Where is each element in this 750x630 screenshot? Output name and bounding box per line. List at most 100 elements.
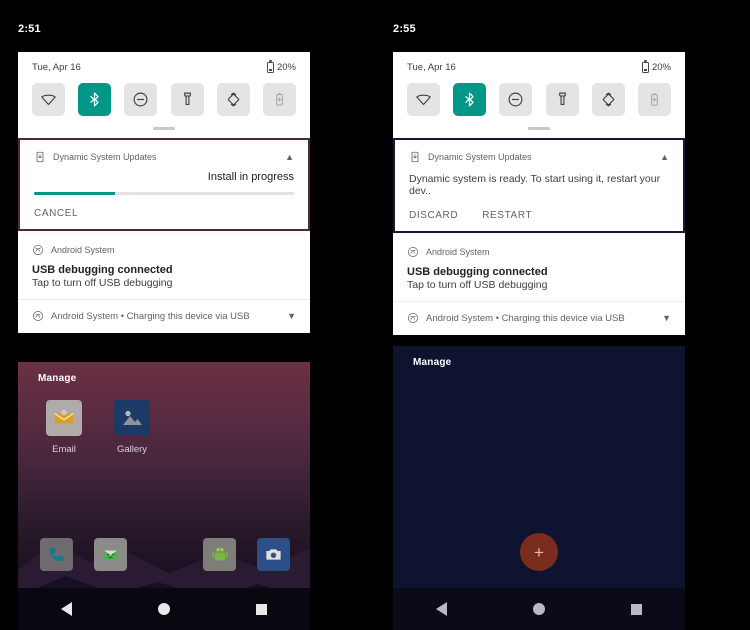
- notification-summary: Android System • Charging this device vi…: [426, 312, 625, 324]
- shade-drag-handle-wrap: [18, 118, 310, 138]
- battery-icon: [641, 60, 649, 73]
- navigation-bar-right: [393, 588, 685, 630]
- quick-settings-header: Tue, Apr 16 20%: [393, 52, 685, 77]
- qs-battery: 20%: [641, 60, 671, 73]
- wifi-tile[interactable]: [407, 83, 440, 116]
- recents-button[interactable]: [606, 603, 666, 615]
- app-grid: Email Gallery: [40, 400, 156, 455]
- flashlight-tile[interactable]: [170, 83, 204, 116]
- battery-saver-tile[interactable]: [637, 83, 671, 116]
- notification-summary: Android System • Charging this device vi…: [51, 310, 250, 322]
- battery-saver-tile[interactable]: [262, 83, 296, 116]
- notification-app-line: Android System: [32, 242, 296, 258]
- notification-body: Tap to turn off USB debugging: [407, 279, 548, 291]
- do-not-disturb-tile[interactable]: [499, 83, 533, 116]
- android-dock-icon[interactable]: [203, 538, 236, 571]
- chevron-up-icon[interactable]: ▲: [285, 152, 294, 162]
- install-progress-fill: [34, 192, 115, 195]
- quick-settings-tiles-right: [393, 77, 685, 118]
- status-bar-left: 2:51: [18, 16, 41, 42]
- auto-rotate-icon: [602, 92, 614, 107]
- home-screen-left: Manage Email Gallery: [18, 362, 310, 630]
- notification-app-name: Dynamic System Updates: [428, 152, 532, 162]
- chevron-down-icon[interactable]: ▼: [287, 311, 296, 321]
- android-system-icon: [33, 311, 43, 321]
- notification-app-line: Android System: [407, 244, 671, 260]
- navigation-bar-left: [18, 588, 310, 630]
- app-email[interactable]: Email: [40, 400, 88, 455]
- notification-shade-right: Tue, Apr 16 20% Dynamic System Updates ▲…: [393, 52, 685, 335]
- phone-screen-right: 2:55 Tue, Apr 16 20% Dynamic System Upda…: [375, 0, 750, 630]
- wifi-tile[interactable]: [32, 83, 65, 116]
- manage-label[interactable]: Manage: [38, 373, 76, 384]
- notification-shade-left: Tue, Apr 16 20% Dynamic System Updates ▲…: [18, 52, 310, 333]
- battery-percent: 20%: [651, 62, 671, 73]
- qs-date: Tue, Apr 16: [32, 62, 81, 73]
- notification-usb-debugging[interactable]: Android System USB debugging connected T…: [18, 233, 310, 299]
- cancel-button[interactable]: CANCEL: [34, 208, 78, 219]
- add-fab-button[interactable]: +: [520, 533, 558, 571]
- home-button[interactable]: [509, 603, 569, 615]
- messaging-dock-icon[interactable]: [94, 538, 127, 571]
- battery-saver-icon: [651, 93, 658, 106]
- home-button[interactable]: [134, 603, 194, 615]
- notification-app-line: Android System • Charging this device vi…: [32, 310, 296, 322]
- quick-settings-panel-right: Tue, Apr 16 20%: [393, 52, 685, 138]
- quick-settings-header: Tue, Apr 16 20%: [18, 52, 310, 77]
- auto-rotate-tile[interactable]: [216, 83, 250, 116]
- dock: [18, 538, 310, 578]
- auto-rotate-icon: [227, 92, 239, 107]
- chevron-down-icon[interactable]: ▼: [662, 313, 671, 323]
- qs-date: Tue, Apr 16: [407, 62, 456, 73]
- discard-button[interactable]: DISCARD: [409, 210, 458, 221]
- notification-usb-debugging[interactable]: Android System USB debugging connected T…: [393, 235, 685, 301]
- notification-actions: CANCEL: [34, 208, 294, 219]
- quick-settings-panel-left: Tue, Apr 16 20%: [18, 52, 310, 138]
- bluetooth-tile[interactable]: [453, 83, 487, 116]
- flashlight-icon: [183, 92, 191, 106]
- notification-charging[interactable]: Android System • Charging this device vi…: [18, 299, 310, 333]
- notification-body: Dynamic system is ready. To start using …: [409, 173, 661, 197]
- notification-dynamic-system-updates[interactable]: Dynamic System Updates ▲ Install in prog…: [18, 138, 310, 231]
- notification-app-name: Android System: [426, 247, 490, 257]
- notification-actions: DISCARD RESTART: [409, 210, 669, 221]
- shade-drag-handle-wrap: [393, 118, 685, 138]
- notification-app-line: Dynamic System Updates ▲: [409, 149, 669, 165]
- install-progress-bar: [34, 192, 294, 195]
- wifi-icon: [41, 94, 56, 106]
- notification-title: USB debugging connected: [32, 264, 173, 276]
- app-label: Gallery: [116, 444, 148, 455]
- do-not-disturb-tile[interactable]: [124, 83, 158, 116]
- auto-rotate-tile[interactable]: [591, 83, 625, 116]
- do-not-disturb-icon: [133, 92, 148, 107]
- do-not-disturb-icon: [508, 92, 523, 107]
- notification-app-name: Dynamic System Updates: [53, 152, 157, 162]
- notification-app-line: Android System • Charging this device vi…: [407, 312, 671, 324]
- notification-app-name: Android System: [51, 245, 115, 255]
- notification-charging[interactable]: Android System • Charging this device vi…: [393, 301, 685, 335]
- quick-settings-tiles-left: [18, 77, 310, 118]
- flashlight-tile[interactable]: [545, 83, 579, 116]
- notification-dynamic-system-updates[interactable]: Dynamic System Updates ▲ Dynamic system …: [393, 138, 685, 233]
- app-gallery[interactable]: Gallery: [108, 400, 156, 455]
- back-button[interactable]: [37, 602, 97, 616]
- phone-dock-icon[interactable]: [40, 538, 73, 571]
- notification-body: Tap to turn off USB debugging: [32, 277, 173, 289]
- wifi-icon: [416, 94, 431, 106]
- notification-status-text: Install in progress: [207, 171, 294, 183]
- chevron-up-icon[interactable]: ▲: [660, 152, 669, 162]
- manage-label[interactable]: Manage: [413, 357, 451, 368]
- camera-dock-icon[interactable]: [257, 538, 290, 571]
- app-screen-right: Manage +: [393, 346, 685, 630]
- notification-title: USB debugging connected: [407, 266, 548, 278]
- battery-icon: [266, 60, 274, 73]
- bluetooth-tile[interactable]: [78, 83, 112, 116]
- recents-button[interactable]: [231, 603, 291, 615]
- shade-drag-handle[interactable]: [528, 127, 550, 130]
- android-system-icon: [408, 247, 418, 257]
- restart-button[interactable]: RESTART: [482, 210, 532, 221]
- system-update-icon: [36, 151, 44, 163]
- android-system-icon: [408, 313, 418, 323]
- back-button[interactable]: [412, 602, 472, 616]
- shade-drag-handle[interactable]: [153, 127, 175, 130]
